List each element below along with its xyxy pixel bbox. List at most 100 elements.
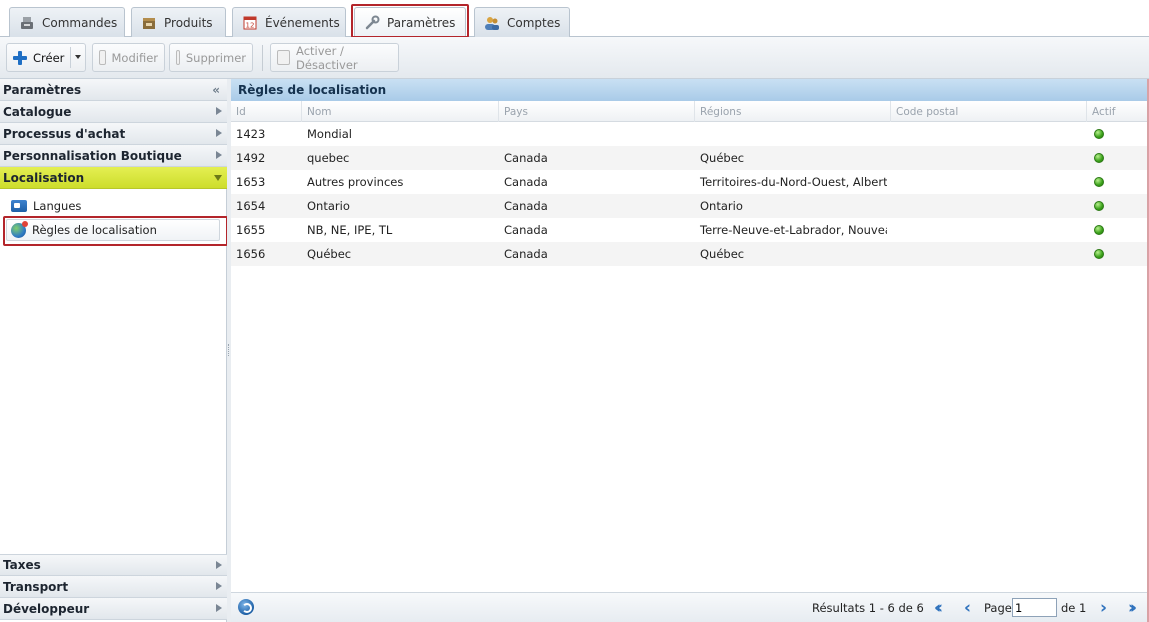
cell-pays: Canada [504, 175, 548, 189]
delete-button[interactable]: Supprimer [169, 43, 253, 72]
page-number-input[interactable] [1012, 598, 1057, 617]
column-header-code-postal[interactable]: Code postal [891, 101, 1087, 122]
sidebar-section-localisation[interactable]: Localisation [0, 167, 227, 189]
tab-comptes[interactable]: Comptes [474, 7, 570, 37]
sidebar-section-label: Développeur [3, 601, 90, 616]
delete-button-label: Supprimer [185, 50, 246, 65]
sidebar-section-label: Localisation [3, 170, 85, 185]
chevron-right-icon [216, 107, 222, 115]
cell-actif [1089, 242, 1139, 266]
users-icon [484, 15, 500, 31]
table-row[interactable]: 1656 Québec Canada Québec [231, 242, 1147, 266]
chevron-down-icon [214, 175, 222, 181]
grid-title: Règles de localisation [231, 79, 1147, 101]
chevron-right-icon [216, 151, 222, 159]
sidebar-item-langues[interactable]: Langues [11, 195, 81, 217]
active-status-icon [1094, 225, 1104, 235]
sidebar-title-label: Paramètres [3, 82, 82, 97]
cell-actif [1089, 194, 1139, 218]
column-header-regions[interactable]: Régions [695, 101, 891, 122]
paging-toolbar: Résultats 1 - 6 de 6 ‹‹ ‹ Page de 1 › ›› [231, 592, 1147, 622]
main-tab-bar: Commandes Produits 12 Événements Paramèt… [0, 0, 1149, 38]
cell-pays: Canada [504, 223, 548, 237]
previous-page-icon[interactable]: ‹ [958, 598, 972, 618]
active-status-icon [1094, 177, 1104, 187]
cell-nom: Autres provinces [307, 175, 404, 189]
tab-commandes-label: Commandes [42, 15, 118, 30]
tab-parametres-label: Paramètres [387, 15, 456, 30]
column-header-nom[interactable]: Nom [302, 101, 499, 122]
cell-pays: Canada [504, 151, 548, 165]
toggle-icon [277, 50, 291, 65]
results-count: Résultats 1 - 6 de 6 [812, 601, 924, 615]
table-row[interactable]: 1653 Autres provinces Canada Territoires… [231, 170, 1147, 194]
next-page-icon[interactable]: › [1094, 598, 1108, 618]
sidebar-item-regles-localisation[interactable]: Règles de localisation [6, 219, 220, 241]
cell-regions: Québec [700, 247, 745, 261]
cell-actif [1089, 170, 1139, 194]
tab-evenements[interactable]: 12 Événements [232, 7, 346, 37]
chevron-right-icon [216, 582, 222, 590]
sidebar-item-label: Langues [33, 199, 82, 213]
cell-code-postal [891, 170, 1087, 194]
box-icon [141, 15, 157, 31]
table-row[interactable]: 1492 quebec Canada Québec [231, 146, 1147, 170]
sidebar-section-personnalisation[interactable]: Personnalisation Boutique [0, 145, 227, 167]
column-header-actif[interactable]: Actif [1087, 101, 1147, 122]
collapse-double-left-icon[interactable]: « [212, 83, 220, 97]
active-status-icon [1094, 201, 1104, 211]
refresh-icon[interactable] [238, 599, 254, 615]
table-row[interactable]: 1655 NB, NE, IPE, TL Canada Terre-Neuve-… [231, 218, 1147, 242]
modify-button[interactable]: Modifier [92, 43, 165, 72]
chevron-down-icon[interactable] [75, 55, 81, 59]
sidebar-item-label: Règles de localisation [32, 223, 157, 237]
tab-produits-label: Produits [164, 15, 213, 30]
register-icon [19, 15, 35, 31]
tab-parametres[interactable]: Paramètres [354, 7, 466, 37]
cell-regions: Terre-Neuve-et-Labrador, Nouveau [700, 223, 887, 237]
tab-produits[interactable]: Produits [131, 7, 226, 37]
active-status-icon [1094, 249, 1104, 259]
cell-nom: Québec [307, 247, 352, 261]
sidebar-section-label: Taxes [3, 558, 41, 572]
sidebar-section-catalogue[interactable]: Catalogue [0, 101, 227, 123]
sidebar-section-label: Personnalisation Boutique [3, 148, 182, 163]
first-page-icon[interactable]: ‹‹ [927, 598, 945, 618]
table-row[interactable]: 1654 Ontario Canada Ontario [231, 194, 1147, 218]
tab-commandes[interactable]: Commandes [9, 7, 125, 37]
sidebar-section-transport[interactable]: Transport [0, 576, 227, 598]
cell-code-postal [891, 122, 1087, 146]
cell-regions: Ontario [700, 199, 743, 213]
active-status-icon [1094, 153, 1104, 163]
sidebar-section-developpeur[interactable]: Développeur [0, 598, 227, 620]
cell-regions [695, 122, 887, 146]
chevron-right-icon [216, 561, 222, 569]
cell-id: 1656 [236, 247, 266, 261]
svg-text:12: 12 [246, 21, 255, 29]
cell-actif [1089, 146, 1139, 170]
cell-code-postal [891, 218, 1087, 242]
table-row[interactable]: 1423 Mondial [231, 122, 1147, 146]
cell-id: 1423 [236, 127, 266, 141]
page-label: Page [984, 601, 1012, 615]
wrench-icon [364, 15, 380, 31]
column-header-pays[interactable]: Pays [499, 101, 695, 122]
column-header-id[interactable]: Id [231, 101, 302, 122]
cell-id: 1654 [236, 199, 266, 213]
edit-icon [99, 50, 106, 65]
splitter-grip[interactable] [228, 344, 230, 356]
cell-actif [1089, 122, 1139, 146]
cell-id: 1492 [236, 151, 266, 165]
cell-nom: Ontario [307, 199, 350, 213]
toggle-active-button[interactable]: Activer / Désactiver [270, 43, 399, 72]
sidebar-section-label: Transport [3, 579, 69, 594]
sidebar-section-processus-achat[interactable]: Processus d'achat [0, 123, 227, 145]
create-button[interactable]: Créer [6, 43, 86, 72]
chevron-right-icon [216, 129, 222, 137]
last-page-icon[interactable]: ›› [1121, 598, 1139, 618]
create-split-divider [70, 47, 71, 68]
globe-icon [11, 220, 28, 238]
rules-grid-panel: Règles de localisation Id Nom Pays Régio… [231, 79, 1149, 622]
tab-evenements-label: Événements [265, 15, 340, 30]
sidebar-section-taxes[interactable]: Taxes [0, 554, 227, 576]
